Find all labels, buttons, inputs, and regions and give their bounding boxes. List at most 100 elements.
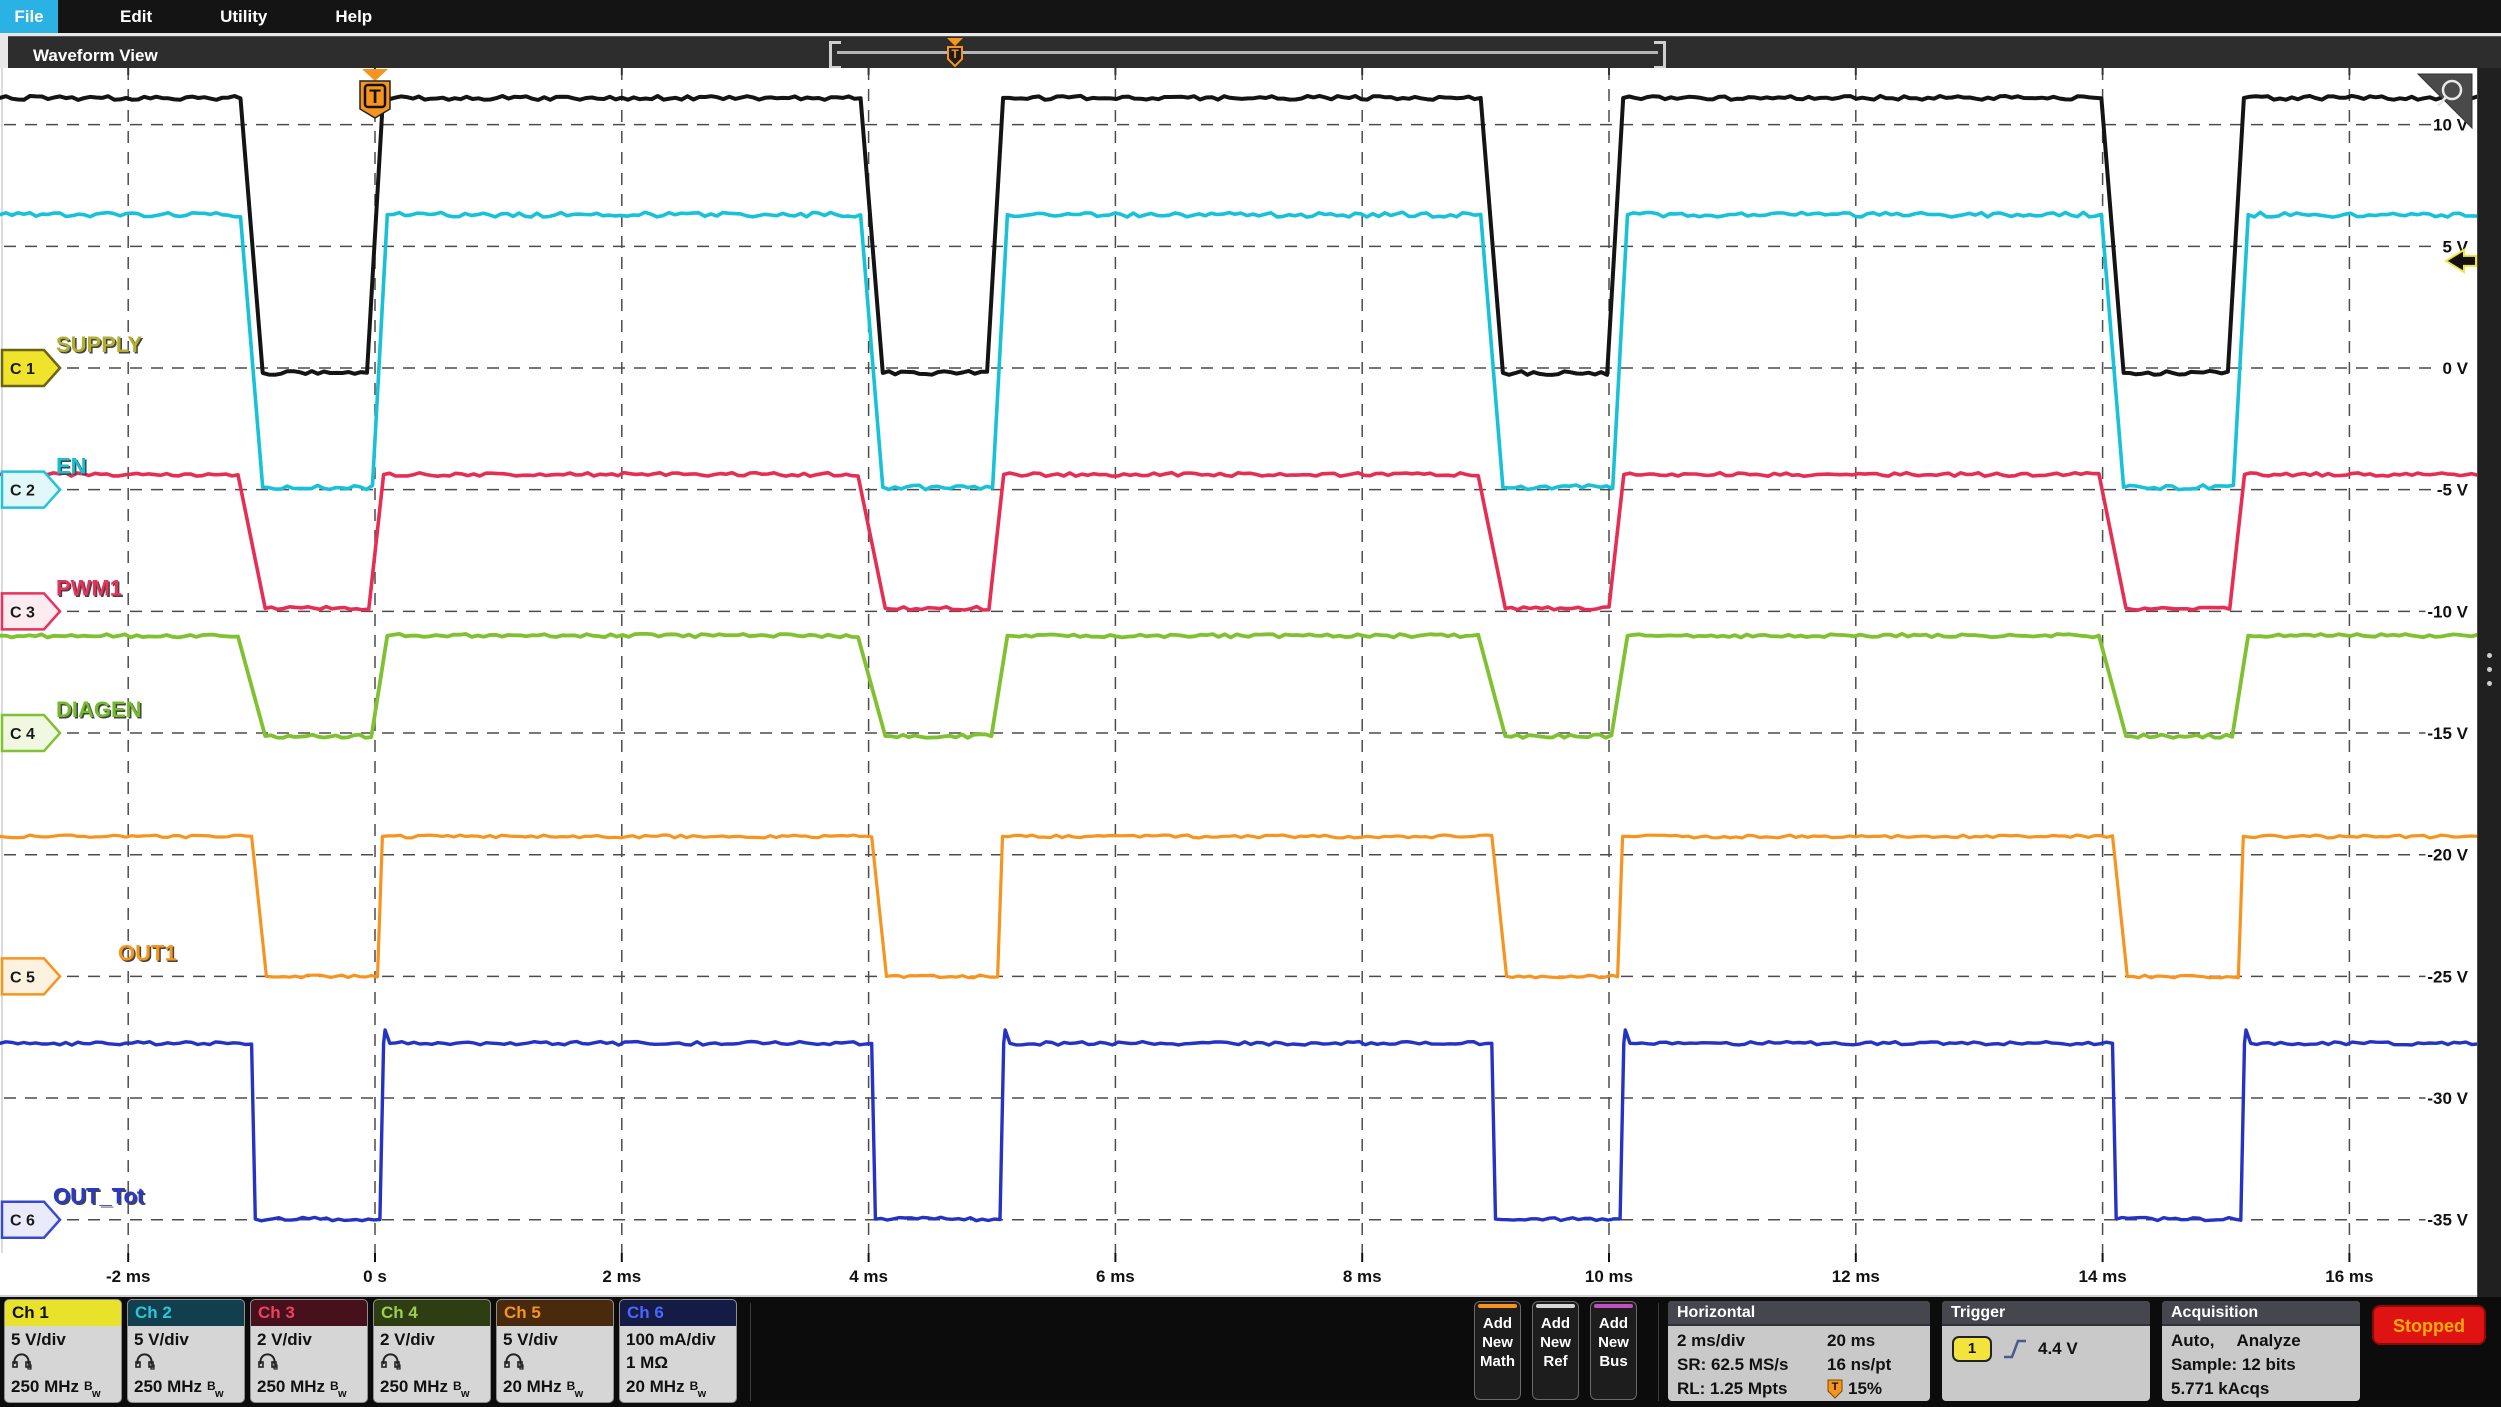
bandwidth-limit-mark: Bw bbox=[207, 1378, 223, 1398]
acq-count: 5.771 kAcqs bbox=[2171, 1377, 2360, 1401]
strip-handle-dot bbox=[2487, 667, 2492, 672]
bandwidth-limit-mark: Bw bbox=[330, 1378, 346, 1398]
bandwidth-limit-mark: Bw bbox=[690, 1378, 706, 1398]
menu-help[interactable]: Help bbox=[313, 0, 394, 33]
channel-badge-label: Ch 6 bbox=[620, 1300, 736, 1326]
svg-text:C 4: C 4 bbox=[10, 726, 35, 743]
acq-mode: Auto, bbox=[2171, 1329, 2214, 1353]
add-math-line3: Math bbox=[1475, 1352, 1520, 1371]
menu-utility[interactable]: Utility bbox=[198, 0, 289, 33]
time-axis-label: 6 ms bbox=[1096, 1267, 1135, 1286]
tab-title: Waveform View bbox=[33, 46, 158, 66]
time-axis-label: 10 ms bbox=[1585, 1267, 1633, 1286]
channel-badge-ch1[interactable]: Ch 15 V/div250 MHzBw bbox=[4, 1299, 122, 1403]
acq-analyze: Analyze bbox=[2236, 1329, 2300, 1353]
probe-icon bbox=[503, 1352, 525, 1370]
sample-rate: SR: 62.5 MS/s bbox=[1677, 1353, 1827, 1377]
channel-scale: 2 V/div bbox=[380, 1327, 484, 1352]
run-stop-status-button[interactable]: Stopped bbox=[2372, 1305, 2486, 1345]
trigger-position-pct: 15% bbox=[1848, 1377, 1882, 1401]
tab-strip: Waveform View T bbox=[0, 33, 2501, 68]
channel-bandwidth: 20 MHzBw bbox=[626, 1375, 730, 1399]
channel-label-OUT1: OUT1 bbox=[118, 940, 177, 965]
channel-badge-ch4[interactable]: Ch 42 V/div250 MHzBw bbox=[373, 1299, 491, 1403]
probe-icon bbox=[257, 1352, 279, 1370]
channel-badge-ch6[interactable]: Ch 6100 mA/div1 MΩ20 MHzBw bbox=[619, 1299, 737, 1403]
svg-text:C 5: C 5 bbox=[10, 969, 35, 986]
channel-badge-ch5[interactable]: Ch 55 V/div 20 MHzBw bbox=[496, 1299, 614, 1403]
waveform-plot[interactable]: C 1SUPPLYSUPPLYC 2ENENC 3PWM1PWM1C 4DIAG… bbox=[0, 68, 2477, 1297]
menu-bar: File Edit Utility Help bbox=[0, 0, 2501, 33]
add-ref-line1: Add bbox=[1533, 1314, 1578, 1333]
channel-badge-label: Ch 3 bbox=[251, 1300, 367, 1326]
probe-icon bbox=[134, 1352, 156, 1370]
bandwidth-limit-mark: Bw bbox=[567, 1378, 583, 1398]
record-length: RL: 1.25 Mpts bbox=[1677, 1377, 1827, 1401]
horizontal-panel[interactable]: Horizontal 2 ms/div 20 ms SR: 62.5 MS/s … bbox=[1668, 1301, 1930, 1401]
add-new-ref-button[interactable]: Add New Ref bbox=[1532, 1301, 1579, 1400]
channel-badge-ch3[interactable]: Ch 32 V/div250 MHzBw bbox=[250, 1299, 368, 1403]
time-axis-label: 12 ms bbox=[1832, 1267, 1880, 1286]
acquisition-minimap[interactable]: T bbox=[829, 38, 1666, 66]
time-axis-label: -2 ms bbox=[106, 1267, 150, 1286]
add-ref-line3: Ref bbox=[1533, 1352, 1578, 1371]
channel-badge-label: Ch 5 bbox=[497, 1300, 613, 1326]
add-new-math-button[interactable]: Add New Math bbox=[1474, 1301, 1521, 1400]
channel-label-OUT_Tot: OUT_Tot bbox=[53, 1184, 145, 1209]
minimap-left-bracket bbox=[829, 41, 841, 69]
channel-bandwidth: 20 MHzBw bbox=[503, 1375, 607, 1399]
voltage-axis-label: -10 V bbox=[2427, 602, 2468, 621]
bandwidth-limit-mark: Bw bbox=[453, 1378, 469, 1398]
add-new-bus-button[interactable]: Add New Bus bbox=[1590, 1301, 1637, 1400]
time-axis-label: 16 ms bbox=[2325, 1267, 2373, 1286]
add-math-line2: New bbox=[1475, 1333, 1520, 1352]
time-axis-label: 8 ms bbox=[1343, 1267, 1382, 1286]
add-bus-line2: New bbox=[1591, 1333, 1636, 1352]
channel-badge-label: Ch 2 bbox=[128, 1300, 244, 1326]
acquisition-panel-title: Acquisition bbox=[2162, 1301, 2360, 1326]
menu-edit[interactable]: Edit bbox=[98, 0, 174, 33]
minimap-trigger-marker-icon[interactable]: T bbox=[944, 38, 966, 68]
trigger-panel[interactable]: Trigger 1 4.4 V bbox=[1942, 1301, 2150, 1401]
voltage-axis-label: -25 V bbox=[2427, 967, 2468, 986]
channel-badge-label: Ch 4 bbox=[374, 1300, 490, 1326]
svg-text:T: T bbox=[1832, 1381, 1839, 1393]
channel-label-SUPPLY: SUPPLY bbox=[56, 332, 142, 357]
bottom-bar: Ch 15 V/div250 MHzBw Ch 25 V/div250 MHzB… bbox=[0, 1297, 2501, 1407]
add-bus-line3: Bus bbox=[1591, 1352, 1636, 1371]
channel-scale: 5 V/div bbox=[503, 1327, 607, 1352]
waveform-canvas[interactable]: C 1SUPPLYSUPPLYC 2ENENC 3PWM1PWM1C 4DIAG… bbox=[0, 68, 2477, 1295]
right-scroll-strip[interactable] bbox=[2477, 68, 2501, 1297]
horizontal-scale: 2 ms/div bbox=[1677, 1329, 1827, 1353]
separator bbox=[1658, 1303, 1659, 1401]
voltage-axis-label: -15 V bbox=[2427, 724, 2468, 743]
voltage-axis-label: 0 V bbox=[2442, 359, 2468, 378]
minimap-right-bracket bbox=[1654, 41, 1666, 69]
trigger-source-badge[interactable]: 1 bbox=[1952, 1336, 1992, 1362]
menu-file[interactable]: File bbox=[0, 0, 58, 33]
channel-bandwidth: 250 MHzBw bbox=[134, 1375, 238, 1399]
channel-scale: 2 V/div bbox=[257, 1327, 361, 1352]
voltage-axis-label: -20 V bbox=[2427, 846, 2468, 865]
bus-accent bbox=[1594, 1304, 1633, 1308]
strip-handle-dot bbox=[2487, 653, 2492, 658]
svg-text:C 6: C 6 bbox=[10, 1213, 35, 1230]
svg-text:T: T bbox=[369, 87, 381, 108]
probe-icon bbox=[11, 1352, 33, 1370]
svg-text:T: T bbox=[951, 47, 959, 61]
voltage-axis-label: -5 V bbox=[2437, 481, 2469, 500]
probe-icon bbox=[380, 1352, 402, 1370]
time-axis-label: 0 s bbox=[363, 1267, 387, 1286]
horizontal-window: 20 ms bbox=[1827, 1329, 1927, 1353]
rising-edge-icon bbox=[2002, 1337, 2028, 1361]
impedance-value: 1 MΩ bbox=[626, 1352, 730, 1374]
add-bus-line1: Add bbox=[1591, 1314, 1636, 1333]
strip-handle-dot bbox=[2487, 681, 2492, 686]
channel-badge-ch2[interactable]: Ch 25 V/div250 MHzBw bbox=[127, 1299, 245, 1403]
svg-text:C 1: C 1 bbox=[10, 361, 35, 378]
bandwidth-limit-mark: Bw bbox=[84, 1378, 100, 1398]
time-axis-label: 4 ms bbox=[849, 1267, 888, 1286]
channel-label-EN: EN bbox=[56, 454, 87, 479]
time-axis-label: 2 ms bbox=[602, 1267, 641, 1286]
acquisition-panel[interactable]: Acquisition Auto, Analyze Sample: 12 bit… bbox=[2162, 1301, 2360, 1401]
